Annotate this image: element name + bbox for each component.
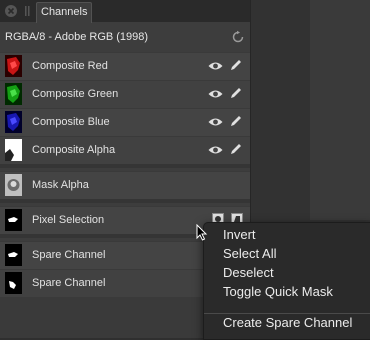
channel-context-menu: Invert Select All Deselect Toggle Quick … (203, 222, 370, 340)
channel-row-composite-alpha[interactable]: Composite Alpha (0, 136, 250, 164)
eye-icon[interactable] (208, 60, 223, 72)
menu-item-invert[interactable]: Invert (223, 225, 256, 244)
color-format-label: RGBA/8 - Adobe RGB (1998) (5, 31, 149, 43)
channel-label: Composite Alpha (32, 144, 116, 156)
canvas-region (310, 0, 370, 220)
channel-label: Composite Red (32, 60, 108, 72)
channel-thumbnail (5, 209, 22, 231)
channel-thumbnail (5, 174, 22, 196)
menu-item-select-all[interactable]: Select All (223, 244, 276, 263)
channel-row-mask-alpha[interactable]: Mask Alpha (0, 171, 250, 199)
channel-thumbnail (5, 139, 22, 161)
eye-icon[interactable] (208, 144, 223, 156)
eye-icon[interactable] (208, 88, 223, 100)
close-icon[interactable] (4, 4, 18, 18)
channel-label: Composite Green (32, 88, 119, 100)
channel-thumbnail (5, 272, 22, 294)
channel-label: Pixel Selection (32, 214, 105, 226)
panel-tab-bar: Channels (0, 0, 250, 23)
channel-thumbnail (5, 244, 22, 266)
eye-icon[interactable] (208, 116, 223, 128)
channel-row-composite-blue[interactable]: Composite Blue (0, 108, 250, 136)
channel-row-composite-red[interactable]: Composite Red (0, 52, 250, 80)
channel-label: Composite Blue (32, 116, 110, 128)
menu-item-create-spare-channel[interactable]: Create Spare Channel (223, 313, 352, 332)
channel-label: Spare Channel (32, 277, 106, 289)
group-separator (0, 164, 250, 168)
pencil-icon[interactable] (229, 142, 243, 156)
menu-item-deselect[interactable]: Deselect (223, 263, 274, 282)
pencil-icon[interactable] (229, 86, 243, 100)
channel-row-composite-green[interactable]: Composite Green (0, 80, 250, 108)
tab-channels[interactable]: Channels (36, 2, 93, 23)
group-separator (0, 199, 250, 203)
channel-label: Mask Alpha (32, 179, 89, 191)
grip-icon[interactable] (25, 6, 30, 16)
pencil-icon[interactable] (229, 114, 243, 128)
channel-thumbnail (5, 55, 22, 77)
channel-label: Spare Channel (32, 249, 106, 261)
channel-thumbnail (5, 111, 22, 133)
color-format-header: RGBA/8 - Adobe RGB (1998) (0, 24, 250, 50)
pencil-icon[interactable] (229, 58, 243, 72)
refresh-icon[interactable] (231, 30, 245, 44)
menu-item-toggle-quick-mask[interactable]: Toggle Quick Mask (223, 282, 333, 301)
channel-thumbnail (5, 83, 22, 105)
cursor-icon (196, 224, 208, 241)
